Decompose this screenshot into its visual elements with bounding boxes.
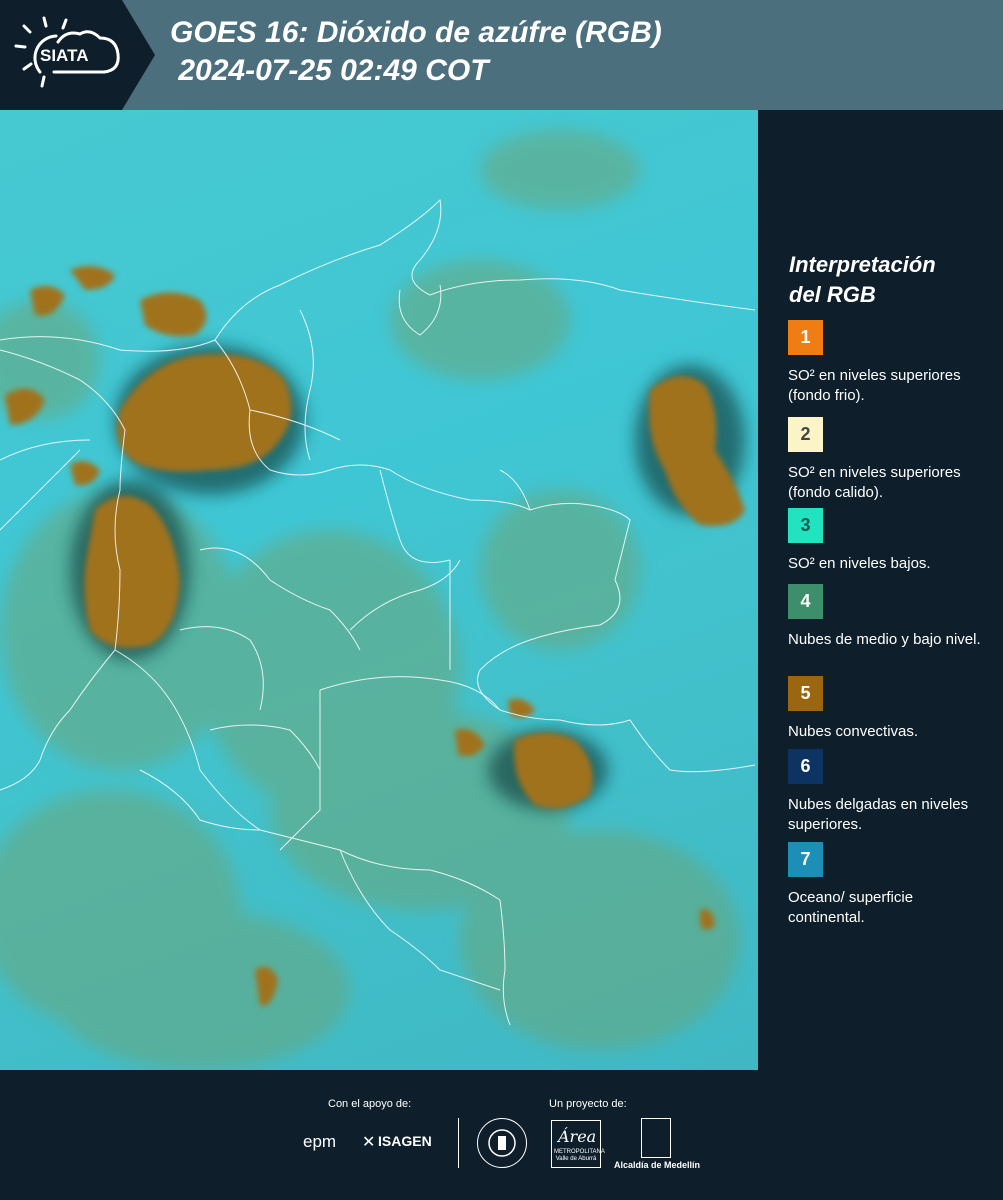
legend-swatch: 7 [788, 842, 823, 877]
footer: Con el apoyo de: Un proyecto de: epm ✕ I… [0, 1070, 1003, 1200]
legend-item-7: 7 Oceano/ superficie continental. [788, 842, 988, 928]
legend-item-3: 3 SO² en niveles bajos. [788, 508, 988, 574]
legend-swatch: 5 [788, 676, 823, 711]
header-bar: SIATA GOES 16: Dióxido de azúfre (RGB) 2… [0, 0, 1003, 110]
legend-description: Oceano/ superficie continental. [788, 889, 914, 926]
satellite-map [0, 110, 758, 1070]
legend-swatch: 1 [788, 320, 823, 355]
isagen-logo: ISAGEN [378, 1133, 432, 1149]
legend-swatch: 4 [788, 584, 823, 619]
area-metropolitana-logo: Área METROPOLITANA Valle de Aburrá [551, 1120, 605, 1168]
legend-panel: Interpretación del RGB 1 SO² en niveles … [758, 110, 1003, 1070]
legend-swatch: 2 [788, 417, 823, 452]
alcaldia-shield-icon [641, 1118, 671, 1158]
legend-description: SO² en niveles superiores (fondo frio). [788, 367, 961, 404]
legend-description: SO² en niveles superiores (fondo calido)… [788, 464, 961, 501]
legend-item-4: 4 Nubes de medio y bajo nivel. [788, 584, 988, 650]
legend-item-1: 1 SO² en niveles superiores (fondo frio)… [788, 320, 988, 406]
legend-item-2: 2 SO² en niveles superiores (fondo calid… [788, 417, 988, 503]
legend-item-5: 5 Nubes convectivas. [788, 676, 988, 742]
logo-text: SIATA [40, 46, 89, 65]
epm-logo: epm [303, 1132, 337, 1151]
project-label: Un proyecto de: [549, 1098, 627, 1110]
legend-swatch: 3 [788, 508, 823, 543]
legend-swatch: 6 [788, 749, 823, 784]
legend-title: Interpretación del RGB [789, 252, 936, 307]
legend-item-6: 6 Nubes delgadas en niveles superiores. [788, 749, 988, 835]
support-label: Con el apoyo de: [328, 1098, 412, 1110]
isagen-icon: ✕ [362, 1134, 376, 1151]
legend-description: Nubes convectivas. [788, 723, 919, 740]
medellin-seal-icon [477, 1118, 527, 1168]
siata-logo: SIATA [0, 0, 155, 110]
legend-description: SO² en niveles bajos. [788, 555, 931, 572]
divider [458, 1118, 459, 1168]
page-title: GOES 16: Dióxido de azúfre (RGB) 2024-07… [170, 16, 662, 87]
legend-description: Nubes de medio y bajo nivel. [788, 631, 981, 648]
map-graphic [0, 130, 756, 1070]
alcaldia-label: Alcaldía de Medellín [613, 1160, 701, 1170]
legend-description: Nubes delgadas en niveles superiores. [788, 796, 969, 833]
